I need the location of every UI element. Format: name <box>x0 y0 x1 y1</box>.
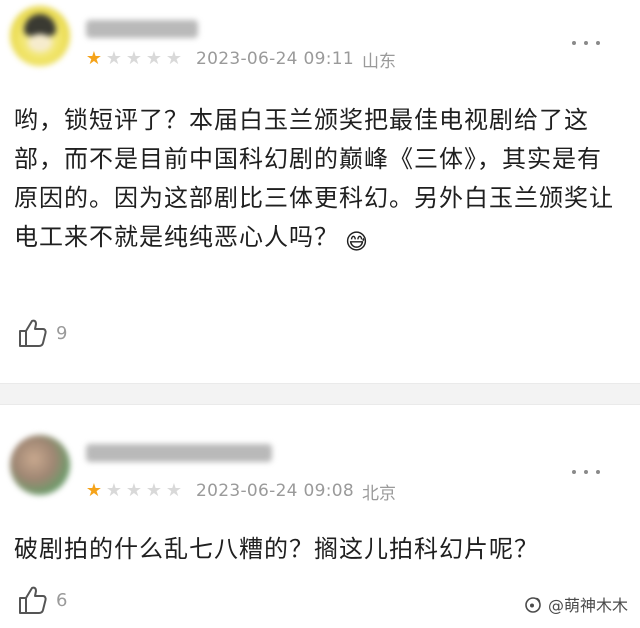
star-empty-icon: ★ <box>145 48 163 69</box>
username-blurred[interactable] <box>86 20 198 38</box>
review-card: ★ ★ ★ ★ ★ 2023-06-24 09:11 山东 哟，锁短评了？本届白玉兰颁奖… <box>0 0 640 383</box>
star-empty-icon: ★ <box>165 480 183 501</box>
thumbs-up-icon <box>19 586 47 614</box>
review-body: 哟，锁短评了？本届白玉兰颁奖把最佳电视剧给了这部，而不是目前中国科幻剧的巅峰《三… <box>14 101 620 262</box>
review-body: 破剧拍的什么乱七八糟的？搁这儿拍科幻片呢？ <box>14 530 620 569</box>
sweat-smile-emoji: 😅 <box>345 230 369 255</box>
thumbs-up-icon <box>19 319 47 347</box>
review-text: 哟，锁短评了？本届白玉兰颁奖把最佳电视剧给了这部，而不是目前中国科幻剧的巅峰《三… <box>14 106 614 251</box>
weibo-logo-icon <box>525 597 541 613</box>
more-dot <box>596 41 600 45</box>
timestamp: 2023-06-24 09:11 <box>196 49 354 69</box>
star-rating: ★ ★ ★ ★ ★ <box>84 480 184 502</box>
more-dot <box>572 41 576 45</box>
review-list: ★ ★ ★ ★ ★ 2023-06-24 09:11 山东 哟，锁短评了？本届白玉兰颁奖… <box>0 0 640 628</box>
star-rating: ★ ★ ★ ★ ★ <box>84 48 184 70</box>
more-options-button[interactable] <box>572 464 600 480</box>
star-empty-icon: ★ <box>105 480 123 501</box>
watermark-text: @萌神木木 <box>547 596 628 615</box>
star-empty-icon: ★ <box>125 48 143 69</box>
card-divider <box>0 383 640 405</box>
star-empty-icon: ★ <box>125 480 143 501</box>
like-count: 6 <box>56 589 68 611</box>
watermark: @萌神木木 <box>524 592 628 616</box>
star-filled-icon: ★ <box>85 48 103 69</box>
star-empty-icon: ★ <box>145 480 163 501</box>
more-options-button[interactable] <box>572 35 600 51</box>
star-filled-icon: ★ <box>85 480 103 501</box>
more-dot <box>572 470 576 474</box>
review-text: 破剧拍的什么乱七八糟的？搁这儿拍科幻片呢？ <box>14 535 539 563</box>
username-blurred[interactable] <box>86 444 272 462</box>
more-dot <box>584 41 588 45</box>
location: 北京 <box>362 483 396 504</box>
location: 山东 <box>362 51 396 72</box>
more-dot <box>584 470 588 474</box>
like-count: 9 <box>56 322 68 344</box>
avatar[interactable] <box>10 6 70 66</box>
timestamp: 2023-06-24 09:08 <box>196 481 354 501</box>
more-dot <box>596 470 600 474</box>
review-meta: ★ ★ ★ ★ ★ 2023-06-24 09:11 山东 <box>84 48 396 72</box>
like-button[interactable]: 6 <box>16 584 67 616</box>
avatar[interactable] <box>10 435 70 495</box>
star-empty-icon: ★ <box>105 48 123 69</box>
like-button[interactable]: 9 <box>16 317 67 349</box>
review-meta: ★ ★ ★ ★ ★ 2023-06-24 09:08 北京 <box>84 480 396 504</box>
star-empty-icon: ★ <box>165 48 183 69</box>
